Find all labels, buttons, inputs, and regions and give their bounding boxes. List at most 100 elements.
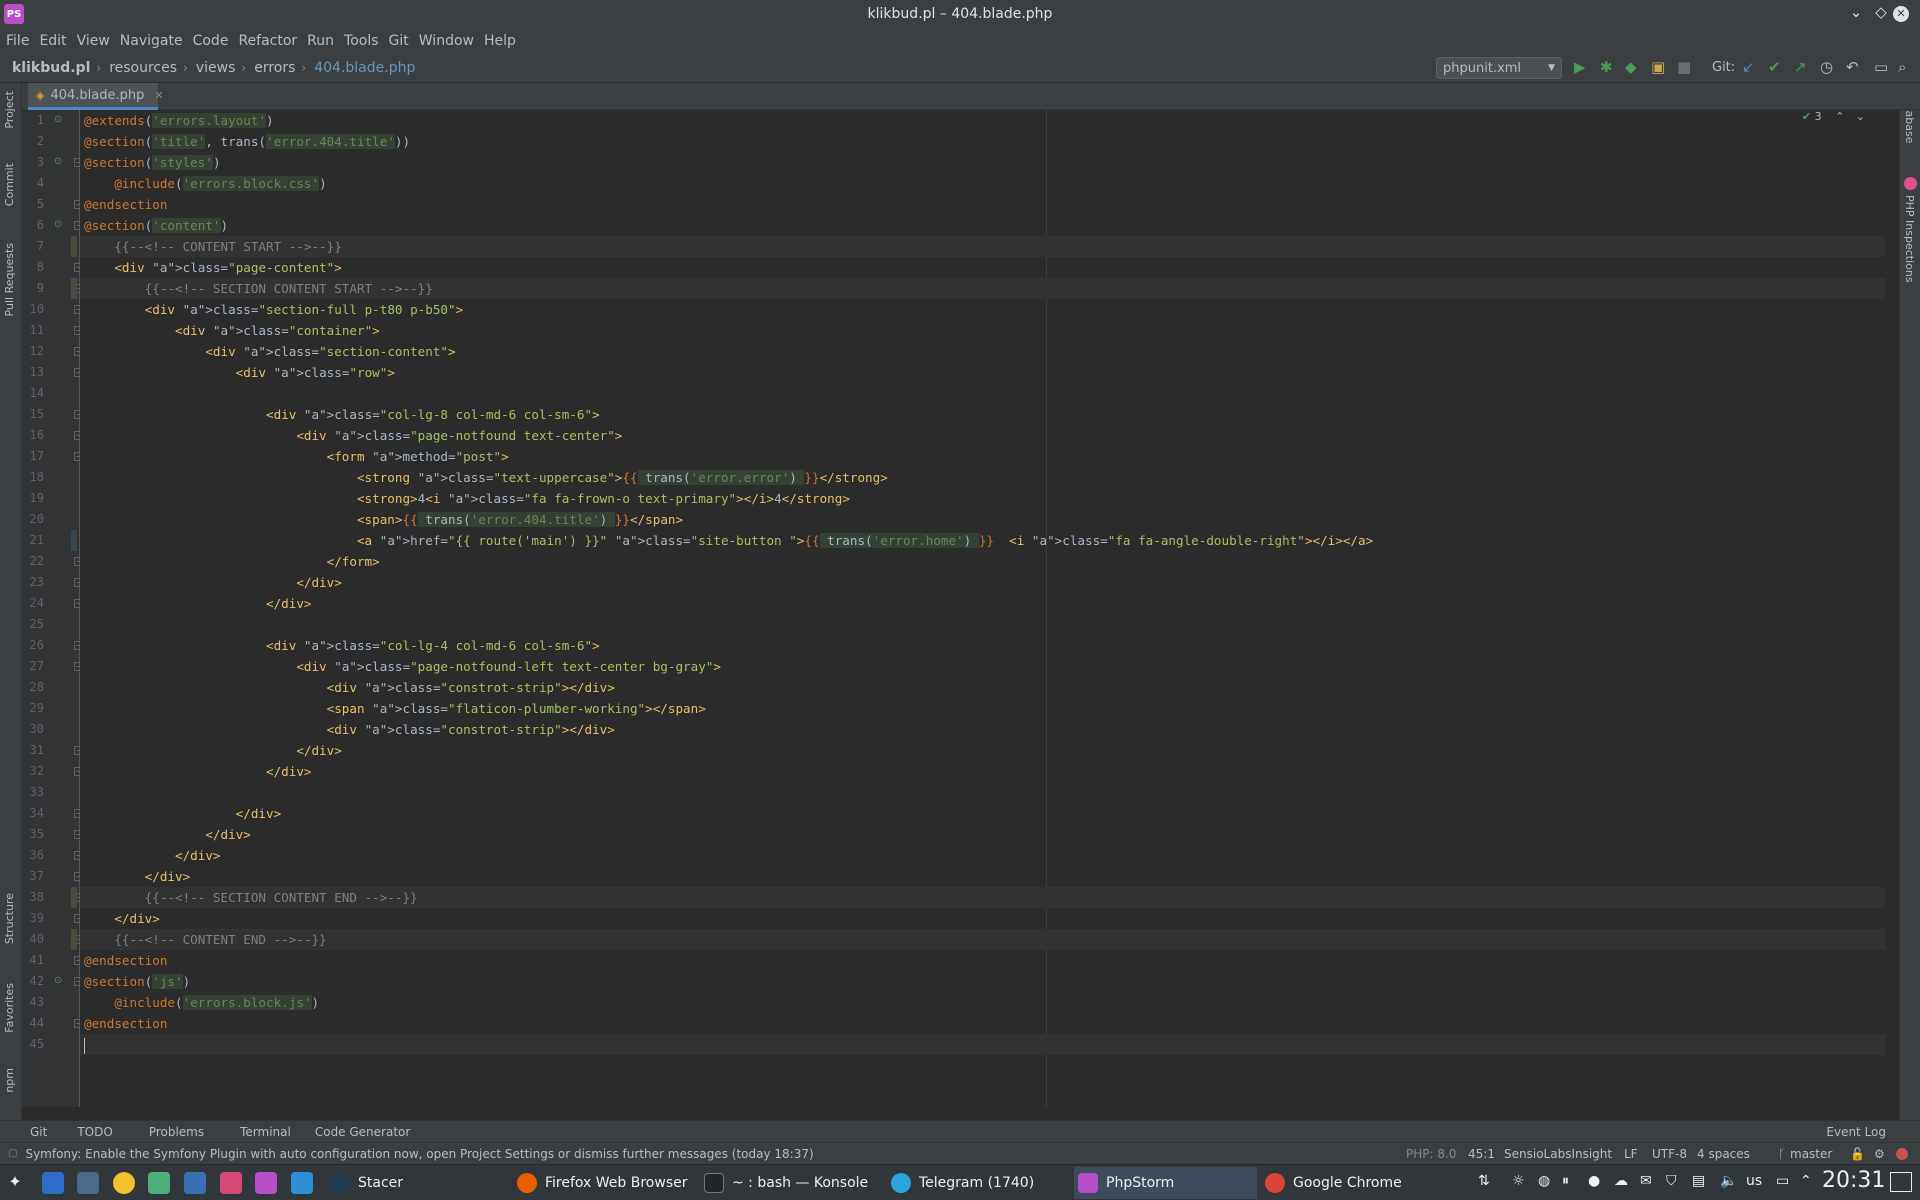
implementation-marker-icon[interactable]: ⊙ bbox=[54, 219, 62, 230]
implementation-marker-icon[interactable]: ⊙ bbox=[54, 156, 62, 167]
inspection-widget[interactable]: ✔ 3 ⌃ ⌄ bbox=[1802, 110, 1865, 130]
vpn-icon[interactable]: ◍ bbox=[1538, 1173, 1550, 1189]
problems-tool-button[interactable]: Problems bbox=[149, 1125, 204, 1139]
menu-navigate[interactable]: Navigate bbox=[120, 33, 183, 49]
task-stacer[interactable]: Stacer bbox=[326, 1167, 511, 1199]
network-icon[interactable]: ⇅ bbox=[1478, 1173, 1490, 1189]
profile-icon[interactable]: ▣ bbox=[1651, 58, 1665, 76]
settings-icon[interactable]: ⚙ bbox=[1874, 1147, 1885, 1161]
sensiolabs-insight[interactable]: SensioLabsInsight bbox=[1504, 1147, 1612, 1161]
tab-404-blade[interactable]: ◈ 404.blade.php ✕ bbox=[28, 83, 164, 110]
search-icon[interactable]: ⌕ bbox=[1898, 58, 1906, 76]
code-editor[interactable]: ✔ 3 ⌃ ⌄ @extends('errors.layout') @sectio… bbox=[80, 110, 1885, 1107]
code-generator-tool-button[interactable]: Code Generator bbox=[315, 1125, 410, 1139]
git-commit-icon[interactable]: ✔ bbox=[1768, 58, 1781, 76]
spectacle-icon[interactable] bbox=[220, 1172, 242, 1194]
implementation-marker-icon[interactable]: ⊙ bbox=[54, 975, 62, 986]
breadcrumb-errors[interactable]: errors bbox=[254, 60, 295, 76]
menu-run[interactable]: Run bbox=[307, 33, 334, 49]
display-icon[interactable]: ▭ bbox=[1776, 1173, 1789, 1189]
menu-file[interactable]: File bbox=[6, 33, 29, 49]
commit-tool-button[interactable]: Commit bbox=[3, 163, 16, 206]
implementation-marker-icon[interactable]: ⊙ bbox=[54, 114, 62, 125]
maximize-icon[interactable]: ◇ bbox=[1870, 3, 1892, 21]
menu-git[interactable]: Git bbox=[389, 33, 409, 49]
terminal-launcher-icon[interactable] bbox=[77, 1172, 99, 1194]
task-firefox[interactable]: Firefox Web Browser bbox=[513, 1167, 698, 1199]
project-tool-button[interactable]: Project bbox=[3, 91, 16, 129]
shield-icon[interactable]: ⛉ bbox=[1666, 1173, 1677, 1189]
menu-tools[interactable]: Tools bbox=[344, 33, 379, 49]
phpstorm-launcher-icon[interactable] bbox=[255, 1172, 277, 1194]
kate-icon[interactable] bbox=[184, 1172, 206, 1194]
close-icon[interactable]: ✕ bbox=[1893, 6, 1909, 22]
run-configuration-select[interactable]: phpunit.xml ▼ bbox=[1436, 57, 1562, 79]
structure-tool-button[interactable]: Structure bbox=[3, 893, 16, 944]
project-structure-icon[interactable]: ▭ bbox=[1874, 58, 1888, 76]
app-menu-icon[interactable]: ✦ bbox=[4, 1172, 26, 1194]
php-inspections-tool-button[interactable]: PHP Inspections bbox=[1903, 195, 1916, 283]
close-tab-icon[interactable]: ✕ bbox=[154, 89, 163, 102]
record-icon[interactable]: ● bbox=[1588, 1173, 1600, 1189]
editor-scrollbar[interactable] bbox=[1885, 110, 1899, 1107]
todo-tool-button[interactable]: TODO bbox=[77, 1125, 112, 1139]
breadcrumb-resources[interactable]: resources bbox=[109, 60, 177, 76]
git-branch[interactable]: master bbox=[1790, 1147, 1832, 1161]
git-tool-button[interactable]: Git bbox=[30, 1125, 47, 1139]
clock[interactable]: 20:31 bbox=[1822, 1168, 1885, 1193]
terminal-tool-button[interactable]: Terminal bbox=[240, 1125, 291, 1139]
coverage-icon[interactable]: ◆ bbox=[1625, 58, 1637, 76]
keyboard-layout[interactable]: us bbox=[1746, 1173, 1762, 1189]
caret-position[interactable]: 45:1 bbox=[1468, 1147, 1495, 1161]
error-indicator-icon[interactable] bbox=[1896, 1148, 1908, 1160]
line-separator[interactable]: LF bbox=[1624, 1147, 1638, 1161]
favorites-tool-button[interactable]: Favorites bbox=[3, 983, 16, 1033]
clipboard-icon[interactable]: ▤ bbox=[1692, 1173, 1705, 1189]
show-desktop-icon[interactable] bbox=[1890, 1172, 1912, 1192]
weather-icon[interactable]: ☼ bbox=[1512, 1173, 1525, 1189]
menu-view[interactable]: View bbox=[77, 33, 110, 49]
menu-window[interactable]: Window bbox=[419, 33, 474, 49]
vcs-change-marker[interactable] bbox=[71, 929, 77, 950]
dolphin-icon[interactable] bbox=[291, 1172, 313, 1194]
cloud-icon[interactable]: ☁ bbox=[1614, 1173, 1628, 1189]
discover-icon[interactable] bbox=[42, 1172, 64, 1194]
chrome-launcher-icon[interactable] bbox=[113, 1172, 135, 1194]
volume-icon[interactable]: 🔈 bbox=[1720, 1173, 1737, 1189]
pull-requests-tool-button[interactable]: Pull Requests bbox=[3, 243, 16, 316]
indent-setting[interactable]: 4 spaces bbox=[1697, 1147, 1750, 1161]
minimize-icon[interactable]: ⌄ bbox=[1845, 3, 1867, 21]
npm-tool-button[interactable]: npm bbox=[3, 1068, 16, 1093]
lock-icon[interactable]: 🔓 bbox=[1850, 1147, 1865, 1161]
task-telegram[interactable]: Telegram (1740) bbox=[887, 1167, 1072, 1199]
menu-refactor[interactable]: Refactor bbox=[238, 33, 297, 49]
git-push-icon[interactable]: ↗ bbox=[1794, 58, 1807, 76]
vcs-change-marker[interactable] bbox=[71, 887, 77, 908]
php-version[interactable]: PHP: 8.0 bbox=[1406, 1147, 1456, 1161]
file-encoding[interactable]: UTF-8 bbox=[1652, 1147, 1687, 1161]
task-chrome[interactable]: Google Chrome bbox=[1261, 1167, 1446, 1199]
run-icon[interactable]: ▶ bbox=[1574, 58, 1586, 76]
menu-edit[interactable]: Edit bbox=[39, 33, 66, 49]
chevron-up-icon[interactable]: ⌃ bbox=[1835, 110, 1844, 123]
mail-icon[interactable]: ✉ bbox=[1640, 1173, 1652, 1189]
vcs-change-marker[interactable] bbox=[71, 278, 77, 299]
status-message[interactable]: Symfony: Enable the Symfony Plugin with … bbox=[25, 1147, 813, 1161]
chevron-down-icon[interactable]: ⌄ bbox=[1856, 110, 1865, 123]
vcs-change-marker[interactable] bbox=[71, 236, 77, 257]
task-phpstorm[interactable]: PhpStorm bbox=[1074, 1167, 1257, 1199]
history-icon[interactable]: ◷ bbox=[1820, 58, 1833, 76]
event-log-button[interactable]: Event Log bbox=[1826, 1125, 1886, 1139]
tray-expand-icon[interactable]: ⌃ bbox=[1800, 1173, 1812, 1189]
system-monitor-icon[interactable] bbox=[148, 1172, 170, 1194]
vcs-change-marker[interactable] bbox=[71, 530, 77, 551]
stop-icon[interactable]: ■ bbox=[1677, 58, 1691, 76]
debug-icon[interactable]: ✱ bbox=[1600, 58, 1613, 76]
menu-code[interactable]: Code bbox=[193, 33, 229, 49]
git-update-icon[interactable]: ↙ bbox=[1742, 58, 1755, 76]
menu-help[interactable]: Help bbox=[484, 33, 516, 49]
media-pause-icon[interactable]: ⏸ bbox=[1562, 1173, 1569, 1189]
rollback-icon[interactable]: ↶ bbox=[1846, 58, 1859, 76]
breadcrumb-file[interactable]: 404.blade.php bbox=[314, 60, 415, 76]
task-konsole[interactable]: ~ : bash — Konsole bbox=[700, 1167, 885, 1199]
